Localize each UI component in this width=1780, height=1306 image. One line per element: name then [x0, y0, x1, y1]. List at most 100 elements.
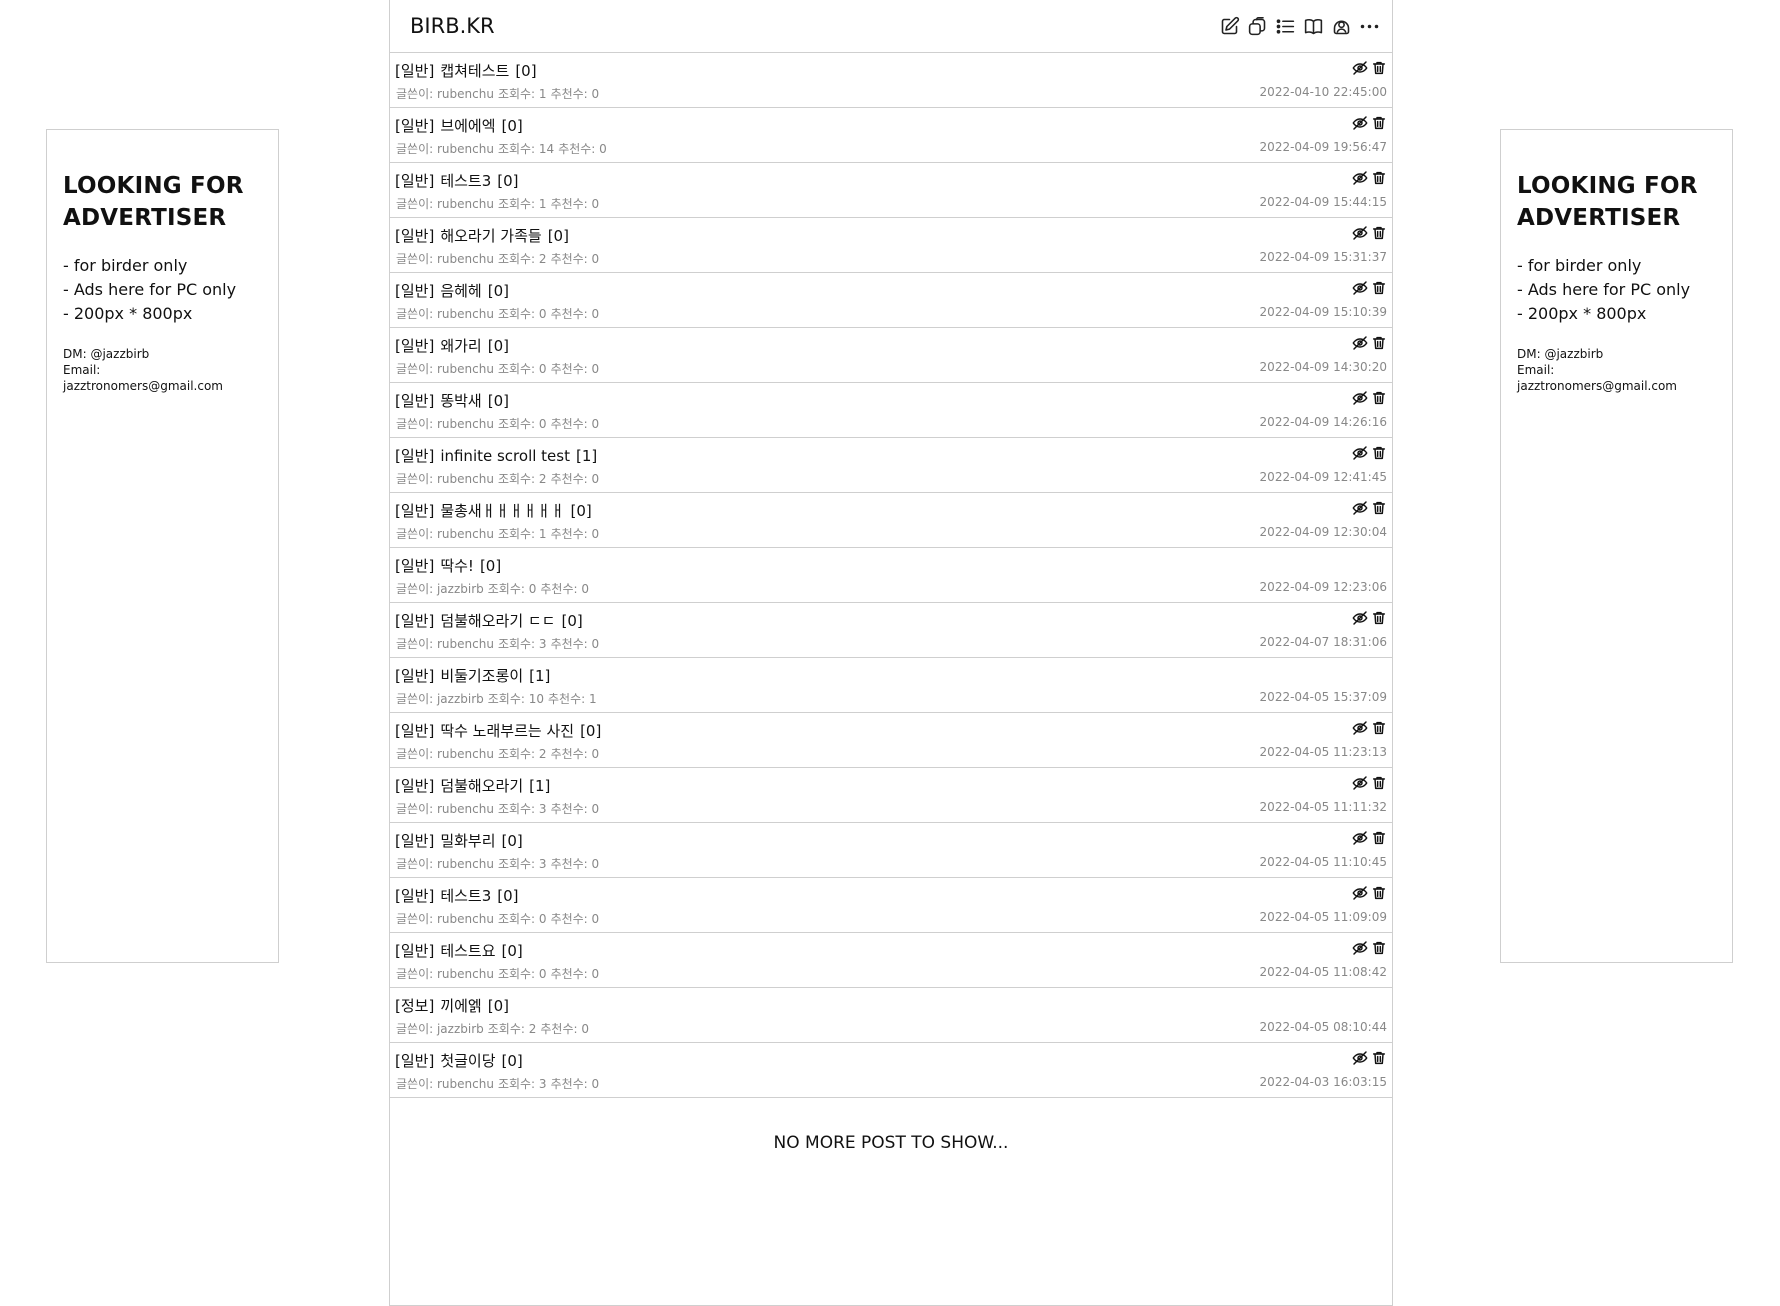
post-title-link[interactable]: [일반] infinite scroll test [1] [395, 446, 603, 466]
hide-icon[interactable] [1352, 445, 1368, 461]
post-row[interactable]: [일반] 해오라기 가족들 [0] 글쓴이: rubenchu 조회수: 2 추천수: 0… [390, 218, 1392, 273]
post-title: infinite scroll test [440, 447, 570, 465]
post-row[interactable]: [일반] 덤불해오라기 ㄷㄷ [0] 글쓴이: rubenchu 조회수: 3 추천수: … [390, 603, 1392, 658]
post-row[interactable]: [일반] 캡쳐테스트 [0] 글쓴이: rubenchu 조회수: 1 추천수: 0 202… [390, 53, 1392, 108]
post-row[interactable]: [일반] 비둘기조롱이 [1] 글쓴이: jazzbirb 조회수: 10 추천수: 1 2… [390, 658, 1392, 713]
hide-icon[interactable] [1352, 60, 1368, 76]
hide-icon[interactable] [1352, 720, 1368, 736]
albums-icon[interactable] [1247, 16, 1268, 37]
post-row[interactable]: [일반] 테스트3 [0] 글쓴이: rubenchu 조회수: 0 추천수: 0 2022… [390, 878, 1392, 933]
site-logo[interactable]: BIRB.KR [410, 14, 495, 38]
post-author: 글쓴이: rubenchu [396, 252, 494, 266]
book-icon[interactable] [1303, 16, 1324, 37]
hide-icon[interactable] [1352, 885, 1368, 901]
trash-icon[interactable] [1371, 390, 1387, 406]
hide-icon[interactable] [1352, 390, 1368, 406]
write-icon[interactable] [1219, 16, 1240, 37]
post-likes: 추천수: 0 [540, 1022, 590, 1036]
post-title-link[interactable]: [일반] 물총새ㅐㅐㅐㅐㅐㅐ [0] [395, 501, 598, 521]
post-views: 조회수: 2 [497, 747, 547, 761]
hide-icon[interactable] [1352, 775, 1368, 791]
post-row[interactable]: [일반] 음헤헤 [0] 글쓴이: rubenchu 조회수: 0 추천수: 0 2022-… [390, 273, 1392, 328]
hide-icon[interactable] [1352, 830, 1368, 846]
post-row[interactable]: [일반] 물총새ㅐㅐㅐㅐㅐㅐ [0] 글쓴이: rubenchu 조회수: 1 추천수: … [390, 493, 1392, 548]
hide-icon[interactable] [1352, 115, 1368, 131]
hide-icon[interactable] [1352, 170, 1368, 186]
trash-icon[interactable] [1371, 940, 1387, 956]
post-title-link[interactable]: [일반] 왜가리 [0] [395, 336, 515, 356]
post-row[interactable]: [일반] infinite scroll test [1] 글쓴이: rubenchu… [390, 438, 1392, 493]
board: BIRB.KR [일반] 캡쳐테스트 [0] 글쓴이: rubenchu 조회수: 1추… [389, 0, 1393, 1306]
hide-icon[interactable] [1352, 610, 1368, 626]
trash-icon[interactable] [1371, 775, 1387, 791]
post-row[interactable]: [일반] 첫글이당 [0] 글쓴이: rubenchu 조회수: 3 추천수: 0 2022… [390, 1043, 1392, 1098]
post-likes: 추천수: 0 [550, 307, 600, 321]
ad-line: - for birder only [1517, 256, 1642, 275]
more-icon[interactable] [1359, 16, 1380, 37]
trash-icon[interactable] [1371, 115, 1387, 131]
post-title: 캡쳐테스트 [440, 62, 510, 80]
post-category: [일반] [395, 502, 435, 520]
post-category: [일반] [395, 227, 435, 245]
post-likes: 추천수: 0 [550, 912, 600, 926]
post-row[interactable]: [일반] 덤불해오라기 [1] 글쓴이: rubenchu 조회수: 3 추천수: 0 20… [390, 768, 1392, 823]
trash-icon[interactable] [1371, 1050, 1387, 1066]
post-comment-count: [0] [547, 227, 569, 245]
post-actions [1352, 445, 1387, 461]
hide-icon[interactable] [1352, 1050, 1368, 1066]
post-row[interactable]: [일반] 테스트요 [0] 글쓴이: rubenchu 조회수: 0 추천수: 0 2022… [390, 933, 1392, 988]
post-title-link[interactable]: [일반] 비둘기조롱이 [1] [395, 666, 556, 686]
post-date: 2022-04-09 14:26:16 [1259, 415, 1387, 429]
trash-icon[interactable] [1371, 280, 1387, 296]
post-meta: 글쓴이: rubenchu 조회수: 0 추천수: 0 [396, 415, 603, 432]
account-icon[interactable] [1331, 16, 1352, 37]
trash-icon[interactable] [1371, 500, 1387, 516]
ad-banner-left: LOOKING FOR ADVERTISER - for birder only… [46, 129, 279, 963]
post-author: 글쓴이: rubenchu [396, 1077, 494, 1091]
post-row[interactable]: [일반] 딱수 노래부르는 사진 [0] 글쓴이: rubenchu 조회수: 2 추천수… [390, 713, 1392, 768]
post-row[interactable]: [일반] 왜가리 [0] 글쓴이: rubenchu 조회수: 0 추천수: 0 2022-… [390, 328, 1392, 383]
post-row[interactable]: [일반] 밀화부리 [0] 글쓴이: rubenchu 조회수: 3 추천수: 0 2022… [390, 823, 1392, 878]
post-meta: 글쓴이: rubenchu 조회수: 3 추천수: 0 [396, 1075, 603, 1092]
post-title-link[interactable]: [일반] 밀화부리 [0] [395, 831, 529, 851]
post-title-link[interactable]: [일반] 해오라기 가족들 [0] [395, 226, 575, 246]
list-icon[interactable] [1275, 16, 1296, 37]
trash-icon[interactable] [1371, 830, 1387, 846]
post-title-link[interactable]: [일반] 덤불해오라기 ㄷㄷ [0] [395, 611, 589, 631]
post-title-link[interactable]: [일반] 테스트3 [0] [395, 171, 525, 191]
post-row[interactable]: [일반] 똥박새 [0] 글쓴이: rubenchu 조회수: 0 추천수: 0 2022-… [390, 383, 1392, 438]
post-title-link[interactable]: [일반] 덤불해오라기 [1] [395, 776, 556, 796]
ad-email: Email: jazztronomers@gmail.com [63, 363, 223, 393]
trash-icon[interactable] [1371, 225, 1387, 241]
hide-icon[interactable] [1352, 940, 1368, 956]
hide-icon[interactable] [1352, 335, 1368, 351]
hide-icon[interactable] [1352, 500, 1368, 516]
post-title-link[interactable]: [일반] 테스트요 [0] [395, 941, 529, 961]
post-title-link[interactable]: [일반] 첫글이당 [0] [395, 1051, 529, 1071]
post-title-link[interactable]: [일반] 똥박새 [0] [395, 391, 515, 411]
post-title-link[interactable]: [정보] 끼에엙 [0] [395, 996, 515, 1016]
trash-icon[interactable] [1371, 445, 1387, 461]
ad-dm: DM: @jazzbirb [1517, 347, 1604, 361]
post-title-link[interactable]: [일반] 딱수! [0] [395, 556, 507, 576]
hide-icon[interactable] [1352, 225, 1368, 241]
post-row[interactable]: [정보] 끼에엙 [0] 글쓴이: jazzbirb 조회수: 2 추천수: 0 2022-… [390, 988, 1392, 1043]
post-title-link[interactable]: [일반] 테스트3 [0] [395, 886, 525, 906]
post-title-link[interactable]: [일반] 브에에엑 [0] [395, 116, 529, 136]
trash-icon[interactable] [1371, 60, 1387, 76]
post-comment-count: [0] [501, 1052, 523, 1070]
trash-icon[interactable] [1371, 720, 1387, 736]
trash-icon[interactable] [1371, 335, 1387, 351]
post-title-link[interactable]: [일반] 딱수 노래부르는 사진 [0] [395, 721, 607, 741]
hide-icon[interactable] [1352, 280, 1368, 296]
trash-icon[interactable] [1371, 610, 1387, 626]
post-row[interactable]: [일반] 브에에엑 [0] 글쓴이: rubenchu 조회수: 14 추천수: 0 202… [390, 108, 1392, 163]
post-title-link[interactable]: [일반] 캡쳐테스트 [0] [395, 61, 543, 81]
post-category: [일반] [395, 612, 435, 630]
trash-icon[interactable] [1371, 170, 1387, 186]
post-row[interactable]: [일반] 딱수! [0] 글쓴이: jazzbirb 조회수: 0 추천수: 0 2022-… [390, 548, 1392, 603]
post-title-link[interactable]: [일반] 음헤헤 [0] [395, 281, 515, 301]
post-row[interactable]: [일반] 테스트3 [0] 글쓴이: rubenchu 조회수: 1 추천수: 0 2022… [390, 163, 1392, 218]
ad-line: - 200px * 800px [1517, 304, 1647, 323]
trash-icon[interactable] [1371, 885, 1387, 901]
